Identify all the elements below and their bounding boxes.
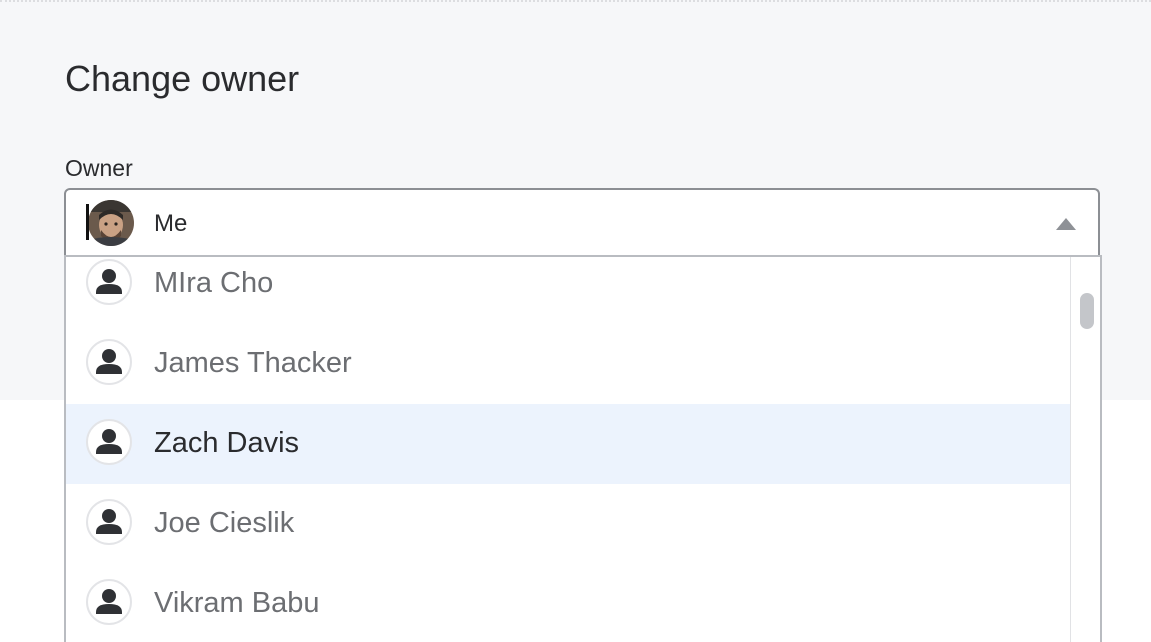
person-icon	[86, 579, 132, 625]
owner-option[interactable]: Vikram Babu	[66, 564, 1070, 642]
owner-select[interactable]: Me	[64, 188, 1100, 256]
owner-option[interactable]: James Thacker	[66, 324, 1070, 404]
owner-option-name: MIra Cho	[154, 267, 274, 299]
chevron-up-icon[interactable]	[1056, 218, 1076, 230]
owner-option[interactable]: Joe Cieslik	[66, 484, 1070, 564]
dialog-title: Change owner	[65, 58, 300, 99]
person-icon	[86, 499, 132, 545]
owner-option[interactable]: Zach Davis	[66, 404, 1070, 484]
text-cursor	[86, 204, 89, 240]
owner-option-name: Vikram Babu	[154, 587, 320, 619]
owner-dropdown-list: MIra Cho James Thacker Zach Davis Joe Ciesl…	[64, 255, 1102, 642]
person-icon	[86, 259, 132, 305]
owner-select-value: Me	[154, 210, 188, 237]
person-icon	[86, 419, 132, 465]
owner-option-name: James Thacker	[154, 347, 352, 379]
owner-option-name: Joe Cieslik	[154, 507, 295, 539]
page: Change owner Owner Me MIra Cho James Thac…	[0, 0, 1151, 642]
owner-label: Owner	[65, 155, 133, 181]
option-list: MIra Cho James Thacker Zach Davis Joe Ciesl…	[66, 257, 1070, 642]
owner-option[interactable]: MIra Cho	[66, 257, 1070, 324]
person-icon	[86, 339, 132, 385]
owner-option-name: Zach Davis	[154, 427, 300, 459]
user-photo-avatar	[88, 200, 134, 246]
scrollbar[interactable]	[1070, 257, 1100, 642]
scrollbar-thumb[interactable]	[1080, 293, 1094, 329]
